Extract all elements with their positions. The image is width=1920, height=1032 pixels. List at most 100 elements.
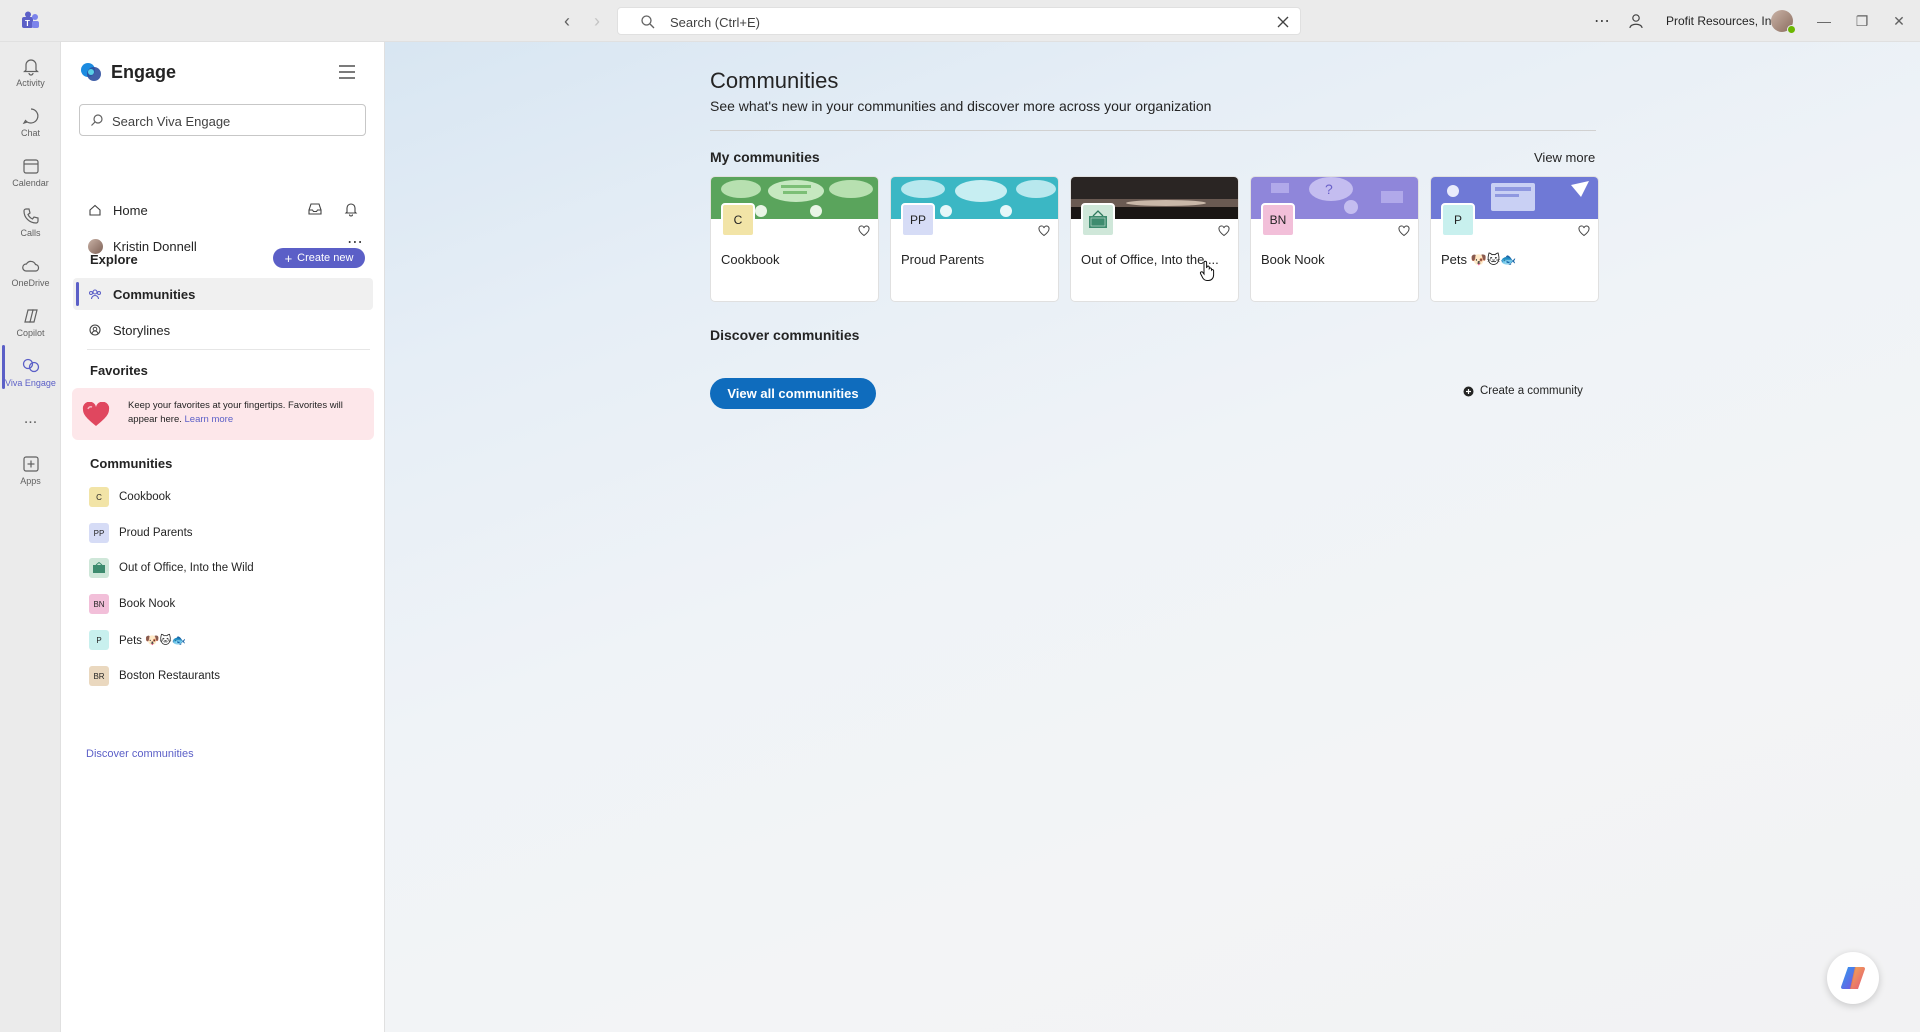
teams-logo-icon[interactable]: T (18, 11, 40, 31)
community-card-pets[interactable]: P Pets 🐶🐱🐟 (1430, 176, 1599, 302)
more-options-icon[interactable]: ⋯ (1592, 11, 1612, 31)
engage-brand: Engage (79, 60, 176, 84)
chat-icon (22, 108, 38, 125)
phone-icon (22, 208, 39, 224)
explore-header: Explore (90, 252, 138, 267)
rail-copilot[interactable]: Copilot (0, 300, 61, 348)
rail-activity[interactable]: Activity (0, 50, 61, 98)
community-item-pets[interactable]: P Pets 🐶🐱🐟 (89, 626, 186, 654)
discover-communities-link[interactable]: Discover communities (86, 748, 194, 760)
community-badge: P (89, 630, 109, 650)
plus-icon: + (284, 250, 293, 266)
community-card-cookbook[interactable]: C Cookbook (710, 176, 879, 302)
title-bar: T ‹ › ⋯ Profit Resources, Inc. — ❐ ✕ (0, 0, 1920, 42)
community-badge: C (89, 487, 109, 507)
rail-chat[interactable]: Chat (0, 100, 61, 148)
copilot-icon (1841, 967, 1865, 989)
favorite-heart-icon[interactable] (858, 225, 870, 237)
home-icon (89, 204, 101, 216)
divider (87, 349, 370, 350)
storylines-icon (89, 324, 101, 336)
restore-icon[interactable]: ❐ (1853, 12, 1871, 30)
discover-communities-header: Discover communities (710, 327, 860, 343)
org-name[interactable]: Profit Resources, Inc. (1666, 14, 1781, 28)
page-title: Communities (710, 68, 839, 93)
nav-communities-label: Communities (113, 286, 196, 302)
notifications-bell-icon[interactable] (343, 201, 359, 217)
rail-apps[interactable]: Apps (0, 448, 61, 496)
my-communities-header: My communities (710, 149, 820, 165)
global-search-input[interactable] (670, 12, 1230, 32)
back-arrow-icon[interactable]: ‹ (557, 11, 577, 31)
svg-text:?: ? (1325, 181, 1333, 197)
community-card-proud-parents[interactable]: PP Proud Parents (890, 176, 1059, 302)
learn-more-link[interactable]: Learn more (185, 414, 234, 425)
copilot-fab-button[interactable] (1827, 952, 1879, 1004)
calendar-icon (22, 159, 39, 174)
engage-left-pane: Engage Home Kristin Donnell ⋯ Explore + … (61, 42, 385, 1032)
close-icon[interactable] (1274, 13, 1292, 31)
favorite-heart-icon[interactable] (1218, 225, 1230, 237)
community-item-proud-parents[interactable]: PP Proud Parents (89, 519, 193, 547)
view-all-communities-button[interactable]: View all communities (710, 378, 876, 409)
engage-search-box[interactable] (79, 104, 366, 136)
favorite-heart-icon[interactable] (1398, 225, 1410, 237)
favorites-header: Favorites (90, 363, 148, 378)
rail-viva-engage[interactable]: Viva Engage (0, 350, 61, 398)
rail-calendar[interactable]: Calendar (0, 150, 61, 198)
global-search-box[interactable] (617, 7, 1301, 35)
out-of-office-sign-icon (1081, 203, 1115, 237)
create-community-button[interactable]: Create a community (1463, 385, 1583, 397)
bell-icon (22, 59, 39, 76)
copilot-icon (23, 309, 38, 323)
community-badge: PP (89, 523, 109, 543)
search-icon (641, 15, 655, 29)
brand-title: Engage (111, 61, 177, 82)
rail-calls[interactable]: Calls (0, 200, 61, 248)
community-badge: BN (89, 594, 109, 614)
hamburger-menu-icon[interactable] (337, 64, 357, 80)
community-badge: BR (89, 666, 109, 686)
minimize-icon[interactable]: — (1815, 12, 1833, 30)
search-icon (91, 114, 103, 126)
community-name: Pets 🐶🐱🐟 (1441, 252, 1517, 267)
heart-icon (82, 402, 110, 426)
window-close-icon[interactable]: ✕ (1890, 12, 1908, 30)
community-item-out-of-office[interactable]: Out of Office, Into the Wild (89, 554, 254, 582)
forward-arrow-icon[interactable]: › (587, 11, 607, 31)
community-logo: P (1441, 203, 1475, 237)
favorite-heart-icon[interactable] (1578, 225, 1590, 237)
out-of-office-sign-icon (89, 558, 109, 578)
community-logo: PP (901, 203, 935, 237)
app-rail: Activity Chat Calendar Calls OneDrive Co… (0, 42, 61, 1032)
community-logo: C (721, 203, 755, 237)
nav-communities[interactable]: Communities (73, 278, 373, 310)
community-item-boston-restaurants[interactable]: BR Boston Restaurants (89, 662, 220, 690)
community-item-book-nook[interactable]: BN Book Nook (89, 590, 175, 618)
nav-storylines-label: Storylines (113, 322, 171, 338)
inbox-icon[interactable] (307, 201, 323, 217)
add-app-icon (22, 456, 39, 472)
community-logo: BN (1261, 203, 1295, 237)
community-card-book-nook[interactable]: ? BN Book Nook (1250, 176, 1419, 302)
svg-text:T: T (25, 19, 30, 28)
page-subtitle: See what's new in your communities and d… (710, 98, 1212, 114)
community-item-cookbook[interactable]: C Cookbook (89, 483, 171, 511)
community-card-out-of-office[interactable]: Out of Office, Into the ... (1070, 176, 1239, 302)
create-new-button[interactable]: + Create new (273, 248, 365, 268)
hand-cursor-icon (1199, 260, 1215, 281)
cloud-icon (21, 260, 39, 272)
rail-more-icon[interactable]: ... (0, 406, 61, 436)
presence-available-icon (1787, 25, 1796, 34)
rail-onedrive[interactable]: OneDrive (0, 250, 61, 298)
view-more-button[interactable]: View more (1534, 150, 1595, 165)
divider (710, 130, 1596, 131)
viva-engage-logo-icon (81, 63, 101, 81)
favorites-empty-card: Keep your favorites at your fingertips. … (72, 388, 374, 440)
engage-search-input[interactable] (112, 111, 352, 131)
nav-home[interactable]: Home (73, 194, 373, 226)
people-settings-icon[interactable] (1628, 12, 1646, 30)
community-name: Proud Parents (901, 252, 985, 267)
nav-storylines[interactable]: Storylines (73, 314, 373, 346)
favorite-heart-icon[interactable] (1038, 225, 1050, 237)
